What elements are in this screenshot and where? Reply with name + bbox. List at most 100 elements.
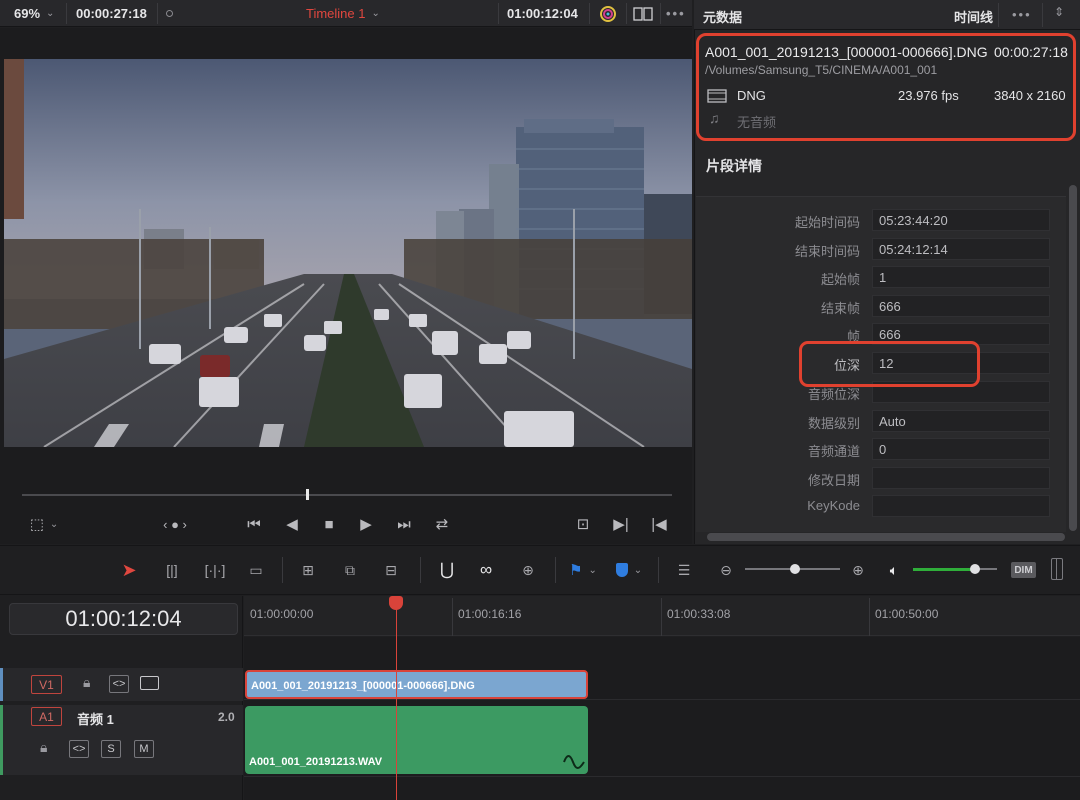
dim-button[interactable]: DIM: [1011, 562, 1036, 578]
play-reverse-button[interactable]: ◀: [280, 512, 304, 536]
next-edit-icon: ▶|: [613, 516, 629, 533]
stop-icon: ■: [324, 515, 334, 533]
play-reverse-icon: ◀: [286, 516, 298, 533]
go-to-end-button[interactable]: ⏭: [392, 512, 416, 536]
timeline-selector[interactable]: Timeline 1 ⌄: [306, 0, 380, 27]
audio-clip-name: A001_001_20191213.WAV: [249, 756, 383, 768]
color-wheel-icon[interactable]: [597, 0, 619, 27]
lock-icon[interactable]: 🔒︎: [83, 674, 90, 691]
bit-depth-highlight: [799, 341, 980, 387]
magnet-icon: ⋃: [440, 560, 454, 579]
field-data-level: 数据级别 Auto: [700, 410, 1052, 432]
overwrite-icon: ⧉: [345, 561, 355, 578]
jog-control[interactable]: ‹ ● ›: [150, 512, 200, 536]
horizontal-scrollbar[interactable]: [707, 533, 1065, 541]
field-value[interactable]: 666: [872, 295, 1050, 317]
vertical-scrollbar[interactable]: [1069, 185, 1077, 531]
video-frame: [4, 59, 692, 447]
dynamic-trim-button[interactable]: [·|·]: [199, 556, 231, 584]
ruler-tick: 01:00:33:08: [667, 607, 731, 621]
video-clip[interactable]: A001_001_20191213_[000001-000666].DNG: [245, 670, 588, 699]
track-a1-badge[interactable]: A1: [31, 707, 62, 726]
overwrite-clip-button[interactable]: ⧉: [336, 556, 364, 584]
timeline-name: Timeline 1: [306, 6, 366, 21]
marker-button[interactable]: ⌄: [610, 556, 648, 584]
lock-icon[interactable]: 🔒︎: [40, 739, 47, 756]
next-edit-button[interactable]: ▶|: [610, 512, 632, 536]
timeline-view-button[interactable]: ☰: [668, 556, 700, 584]
track-a1-name[interactable]: 音频 1: [77, 709, 114, 728]
timeline-timecode[interactable]: 01:00:12:04: [9, 603, 238, 635]
replace-clip-button[interactable]: ⊟: [375, 556, 407, 584]
more-options-icon[interactable]: •••: [1012, 7, 1032, 22]
zoom-slider-handle[interactable]: [790, 564, 800, 574]
prev-edit-button[interactable]: |◀: [648, 512, 670, 536]
field-value[interactable]: 05:24:12:14: [872, 238, 1050, 260]
skip-forward-icon: ⏭: [397, 515, 411, 533]
field-date-modified: 修改日期: [700, 467, 1052, 489]
loop-button[interactable]: ⇄: [430, 512, 454, 536]
auto-select-icon[interactable]: <>: [69, 740, 89, 758]
field-value[interactable]: 05:23:44:20: [872, 209, 1050, 231]
flag-icon: ⚑: [569, 562, 583, 579]
solo-button[interactable]: S: [101, 740, 121, 758]
expand-collapse-icon[interactable]: ⇕: [1054, 5, 1064, 19]
ruler-tick: 01:00:00:00: [250, 607, 314, 621]
zoom-in-button[interactable]: ⊕: [848, 556, 868, 584]
field-audio-channels: 音频通道 0: [700, 438, 1052, 460]
prev-edit-icon: |◀: [651, 516, 667, 533]
tab-metadata[interactable]: 元数据: [703, 7, 742, 26]
trim-tool-button[interactable]: [|]: [156, 556, 188, 584]
stop-button[interactable]: ■: [317, 512, 341, 536]
snapping-button[interactable]: ⋃: [434, 556, 460, 584]
position-lock-button[interactable]: ⊕: [515, 556, 541, 584]
field-keykode: KeyKode: [700, 495, 1052, 517]
ruler-tick: 01:00:16:16: [458, 607, 522, 621]
insert-clip-button[interactable]: ⊞: [292, 556, 324, 584]
field-start-frame: 起始帧 1: [700, 266, 1052, 288]
window-icon[interactable]: [633, 0, 653, 27]
zoom-out-button[interactable]: ⊖: [716, 556, 736, 584]
play-icon: ▶: [360, 516, 372, 533]
field-value[interactable]: [872, 495, 1050, 517]
match-frame-button[interactable]: ⊡: [570, 512, 596, 536]
more-options-icon[interactable]: •••: [666, 0, 686, 27]
audio-clip[interactable]: A001_001_20191213.WAV: [245, 706, 588, 774]
mute-button[interactable]: M: [134, 740, 154, 758]
panel-toggle-icon[interactable]: [1051, 558, 1063, 580]
scrubber-track[interactable]: [22, 494, 672, 496]
field-value[interactable]: [872, 467, 1050, 489]
video-clip-name: A001_001_20191213_[000001-000666].DNG: [251, 680, 475, 692]
field-value[interactable]: Auto: [872, 410, 1050, 432]
field-end-timecode: 结束时间码 05:24:12:14: [700, 238, 1052, 260]
tab-timeline[interactable]: 时间线: [954, 7, 993, 26]
timeline-playhead-line: [396, 603, 397, 800]
flag-button[interactable]: ⚑ ⌄: [565, 556, 601, 584]
timeline-ruler[interactable]: [244, 596, 1080, 636]
blade-tool-button[interactable]: ▭: [242, 556, 270, 584]
auto-select-icon[interactable]: <>: [109, 675, 129, 693]
timeline-playhead[interactable]: [389, 596, 403, 610]
zoom-dropdown[interactable]: 69% ⌄: [14, 0, 54, 27]
volume-slider-handle[interactable]: [970, 564, 980, 574]
plus-icon: ⊕: [852, 561, 864, 578]
volume-level: [913, 568, 975, 571]
blade-icon: ▭: [249, 561, 263, 578]
selection-tool-button[interactable]: ➤: [118, 556, 140, 584]
viewer-crop-button[interactable]: ⬚ ⌄: [24, 512, 64, 536]
linked-selection-button[interactable]: ∞: [473, 556, 499, 584]
track-enable-icon[interactable]: [140, 676, 159, 690]
jog-icon: ‹ ● ›: [163, 516, 187, 532]
field-start-timecode: 起始时间码 05:23:44:20: [700, 209, 1052, 231]
track-v1-badge[interactable]: V1: [31, 675, 62, 694]
dot-icon[interactable]: [166, 0, 173, 27]
track-header-v1: V1 🔒︎ <>: [0, 668, 243, 701]
field-value[interactable]: 1: [872, 266, 1050, 288]
scrubber-playhead[interactable]: [306, 489, 309, 500]
viewer-top-bar: 69% ⌄ 00:00:27:18 Timeline 1 ⌄ 01:00:12:…: [0, 0, 692, 27]
zoom-value: 69%: [14, 6, 41, 21]
go-to-start-button[interactable]: ⏮: [242, 512, 266, 536]
field-value[interactable]: 0: [872, 438, 1050, 460]
volume-button[interactable]: 🔈︎: [882, 556, 906, 584]
play-button[interactable]: ▶: [354, 512, 378, 536]
